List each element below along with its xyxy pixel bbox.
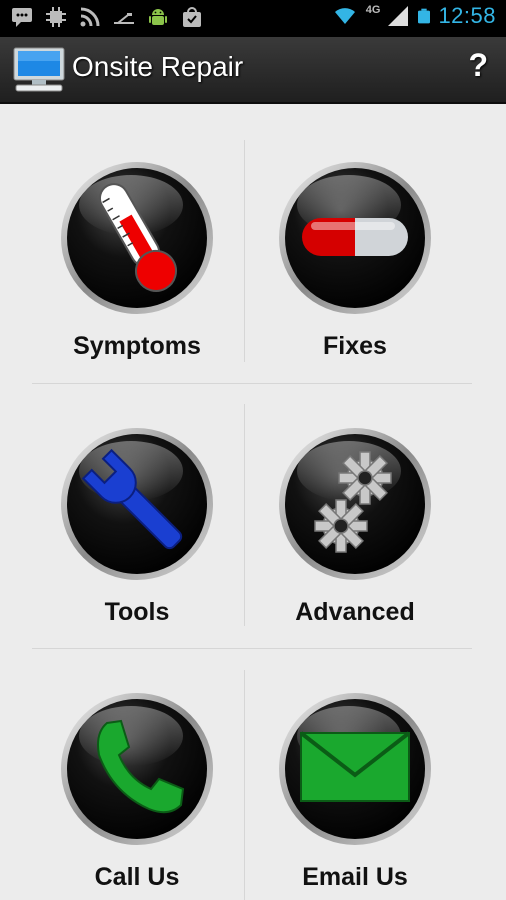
clock: 12:58 <box>438 3 496 28</box>
android-icon <box>149 9 167 25</box>
talk-icon <box>12 8 32 27</box>
signal-icon <box>388 6 409 26</box>
notification-icons <box>10 5 204 29</box>
phone-icon[interactable] <box>59 691 215 847</box>
computer-logo-icon <box>13 47 65 92</box>
menu-item-label: Advanced <box>295 598 415 626</box>
menu-item-tools[interactable]: Tools <box>28 426 246 627</box>
network-type: 4G <box>365 4 381 16</box>
help-button[interactable]: ? <box>468 47 488 84</box>
usb-icon <box>114 13 134 24</box>
thermometer-icon[interactable] <box>59 160 215 316</box>
status-bar: 4G 12:58 <box>0 0 506 37</box>
menu-item-fixes[interactable]: Fixes <box>246 160 464 361</box>
menu-item-email-us[interactable]: Email Us <box>246 691 464 892</box>
action-bar: Onsite Repair ? <box>0 37 506 104</box>
chip-icon <box>46 7 66 27</box>
menu-item-call-us[interactable]: Call Us <box>28 691 246 892</box>
menu-item-label: Tools <box>104 598 170 626</box>
menu-item-symptoms[interactable]: Symptoms <box>28 160 246 361</box>
row-divider <box>32 648 472 649</box>
pill-icon[interactable] <box>277 160 433 316</box>
battery-icon <box>418 8 431 24</box>
menu-item-label: Fixes <box>323 332 387 360</box>
row-divider <box>32 383 472 384</box>
shopping-bag-icon <box>183 7 201 27</box>
envelope-icon[interactable] <box>277 691 433 847</box>
system-indicators: 4G 12:58 <box>330 3 496 29</box>
menu-item-label: Email Us <box>302 863 408 891</box>
rss-icon <box>80 7 100 27</box>
app-title: Onsite Repair <box>72 51 244 82</box>
wifi-icon <box>334 8 355 24</box>
main-menu-grid: Symptoms Fixes Tools Advanced Call Us Em… <box>0 104 506 900</box>
wrench-icon[interactable] <box>59 426 215 582</box>
gears-icon[interactable] <box>277 426 433 582</box>
menu-item-advanced[interactable]: Advanced <box>246 426 464 627</box>
menu-item-label: Call Us <box>94 863 180 891</box>
menu-item-label: Symptoms <box>73 332 201 360</box>
